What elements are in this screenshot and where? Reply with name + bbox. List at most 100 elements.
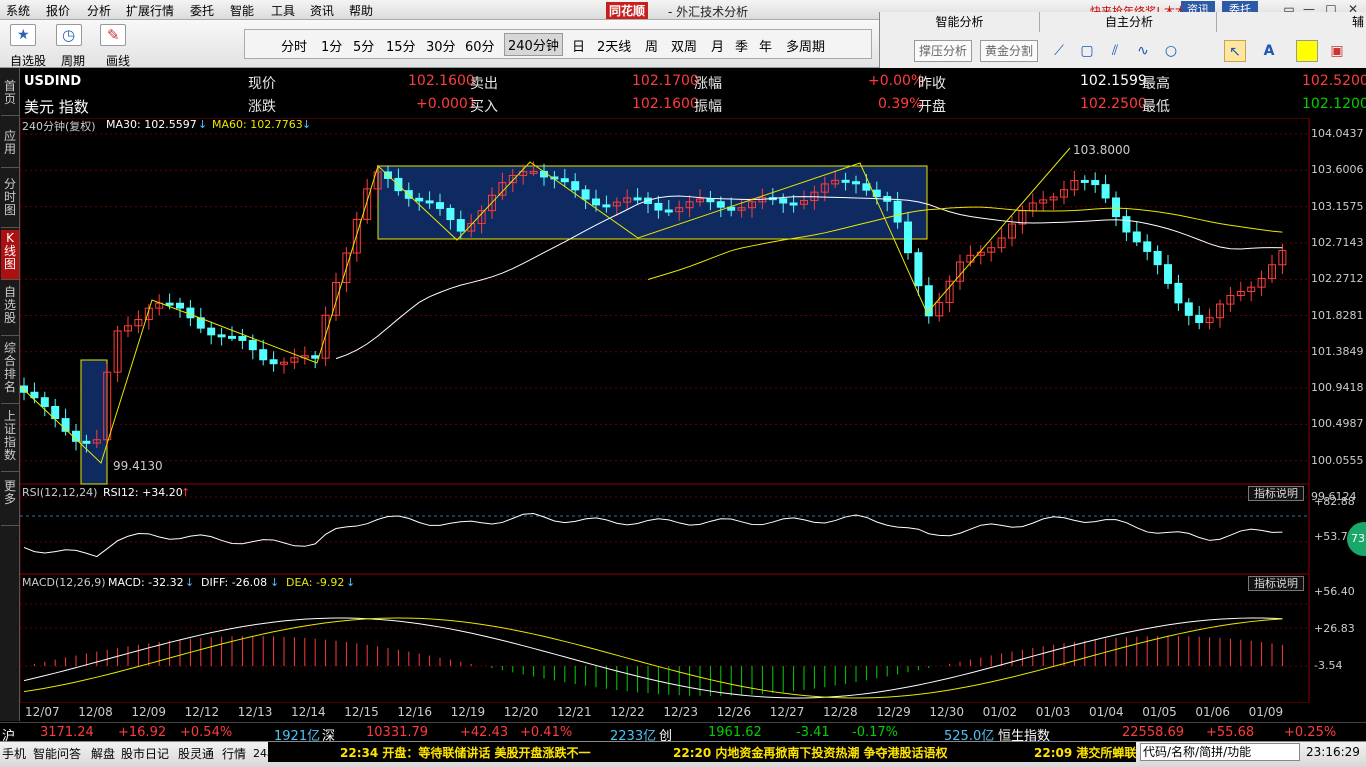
cy-change: -3.41 [796,725,830,740]
sidebar-item-label: 自选股 [3,285,16,325]
amplitude-label: 振幅 [694,99,722,115]
period-biweek[interactable]: 双周 [671,36,697,55]
candle [82,440,91,444]
status-market[interactable]: 行情 [222,745,246,762]
tab-auxiliary[interactable]: 辅助 [1348,12,1366,32]
tab-self-analysis[interactable]: 自主分析 [1042,12,1217,32]
candle [779,198,788,204]
text-tool-icon[interactable]: A [1258,40,1280,62]
period-day[interactable]: 日 [572,36,585,55]
now-price: 102.1600 [408,73,475,89]
sidebar-item-watchlist[interactable]: 自选股 [1,282,19,336]
sh-pct: +0.54% [180,725,233,740]
rsi-help-button[interactable]: 指标说明 [1248,486,1304,501]
sidebar-item-apps[interactable]: 应用 [1,118,19,168]
status-mobile[interactable]: 手机 [2,745,26,762]
parallel-line-icon[interactable]: ⫽ [1104,40,1126,62]
sz-value: 10331.79 [366,725,429,740]
menu-tools[interactable]: 工具 [271,2,295,19]
diff-value: +0.0001 [416,96,477,112]
cy-pct: -0.17% [852,725,898,740]
period-quarter[interactable]: 季 [735,36,748,55]
sidebar-item-label: 首页 [3,79,16,106]
period-15min[interactable]: 15分 [386,36,416,55]
sidebar-item-ranking[interactable]: 综合排名 [1,338,19,404]
sidebar-item-timeshare[interactable]: 分时图 [1,170,19,228]
line-segment-icon[interactable]: ⟋ [1048,40,1070,62]
search-input[interactable]: 代码/名称/简拼/功能 [1140,743,1300,761]
news-item[interactable]: 22:09 港交所蝉联 [1034,744,1136,761]
period-multi[interactable]: 多周期 [786,36,825,55]
hs-value: 22558.69 [1122,725,1185,740]
period-button[interactable]: ◷ [56,24,82,46]
menu-order[interactable]: 委托 [190,2,214,19]
watchlist-button[interactable]: ★ [10,24,36,46]
period-timeshare[interactable]: 分时 [281,36,307,55]
period-year[interactable]: 年 [759,36,772,55]
date-tick-label: 12/27 [769,705,805,719]
period-2day[interactable]: 2天线 [597,36,631,55]
support-resistance-button[interactable]: 撑压分析 [914,40,972,62]
sidebar-item-label: 应用 [3,129,16,156]
period-5min[interactable]: 5分 [353,36,374,55]
menu-help[interactable]: 帮助 [349,2,373,19]
menu-analysis[interactable]: 分析 [87,2,111,19]
period-month[interactable]: 月 [711,36,724,55]
rsi-axis-high: +82.88 [1314,495,1355,508]
sell-label: 卖出 [470,76,498,92]
date-tick-label: 01/09 [1248,705,1284,719]
draw-line-button[interactable]: ✎ [100,24,126,46]
diff-arrow-icon: ↓ [270,576,280,589]
candle [1080,179,1089,183]
wave-tool-icon[interactable]: ∿ [1132,40,1154,62]
kline-chart[interactable] [20,118,1366,703]
period-1min[interactable]: 1分 [321,36,342,55]
high-annotation: 103.8000 [1073,143,1131,157]
date-tick-label: 12/20 [503,705,539,719]
date-tick-label: 12/13 [237,705,273,719]
sidebar-item-kline[interactable]: K线图 [1,230,19,280]
pointer-icon[interactable]: ↖ [1224,40,1246,62]
date-tick-label: 01/04 [1089,705,1124,719]
menu-info[interactable]: 资讯 [310,2,334,19]
news-item[interactable]: 22:34 开盘：等待联储讲话 美股开盘涨跌不一 [340,744,591,761]
status-diary[interactable]: 股市日记 [121,745,169,762]
menu-system[interactable]: 系统 [6,2,30,19]
color-picker[interactable] [1296,40,1318,62]
candle [789,202,798,206]
candle [862,183,871,191]
rectangle-tool-icon[interactable]: ▢ [1076,40,1098,62]
stamp-tool-icon[interactable]: ▣ [1326,40,1348,62]
news-item[interactable]: 22:20 内地资金再掀南下投资热潮 争夺港股话语权 [673,744,948,761]
macd-help-button[interactable]: 指标说明 [1248,576,1304,591]
sidebar-item-home[interactable]: 首页 [1,72,19,116]
diff-line [23,617,1283,699]
status-commentary[interactable]: 解盘 [91,745,115,762]
rsi-value: RSI12: +34.20 [103,486,183,499]
circle-tool-icon[interactable]: ○ [1160,40,1182,62]
candle [186,307,195,319]
menu-smart[interactable]: 智能 [230,2,254,19]
period-60min[interactable]: 60分 [465,36,495,55]
sidebar-item-sh-index[interactable]: 上证指数 [1,406,19,472]
golden-ratio-button[interactable]: 黄金分割 [980,40,1038,62]
low-price: 102.1200 [1302,96,1366,112]
buy-label: 买入 [470,99,498,115]
candle [1122,216,1131,233]
period-30min[interactable]: 30分 [426,36,456,55]
date-tick-label: 12/09 [131,705,166,719]
rsi-line [23,512,1283,558]
status-gulingtong[interactable]: 股灵通 [178,745,214,762]
date-tick-label: 12/16 [397,705,432,719]
tab-smart-analysis[interactable]: 智能分析 [880,12,1040,32]
menu-extended[interactable]: 扩展行情 [126,2,174,19]
candle [602,204,611,208]
price-tick-label: 100.4987 [1311,417,1364,431]
status-smart-qa[interactable]: 智能问答 [33,745,81,762]
period-240min[interactable]: 240分钟 [504,33,563,56]
sidebar-item-more[interactable]: 更多 [1,474,19,526]
dea-arrow-icon: ↓ [346,576,356,589]
menu-quote[interactable]: 报价 [46,2,70,19]
news-ticker[interactable]: 22:34 开盘：等待联储讲话 美股开盘涨跌不一 22:20 内地资金再掀南下投… [268,742,1136,762]
period-week[interactable]: 周 [645,36,658,55]
